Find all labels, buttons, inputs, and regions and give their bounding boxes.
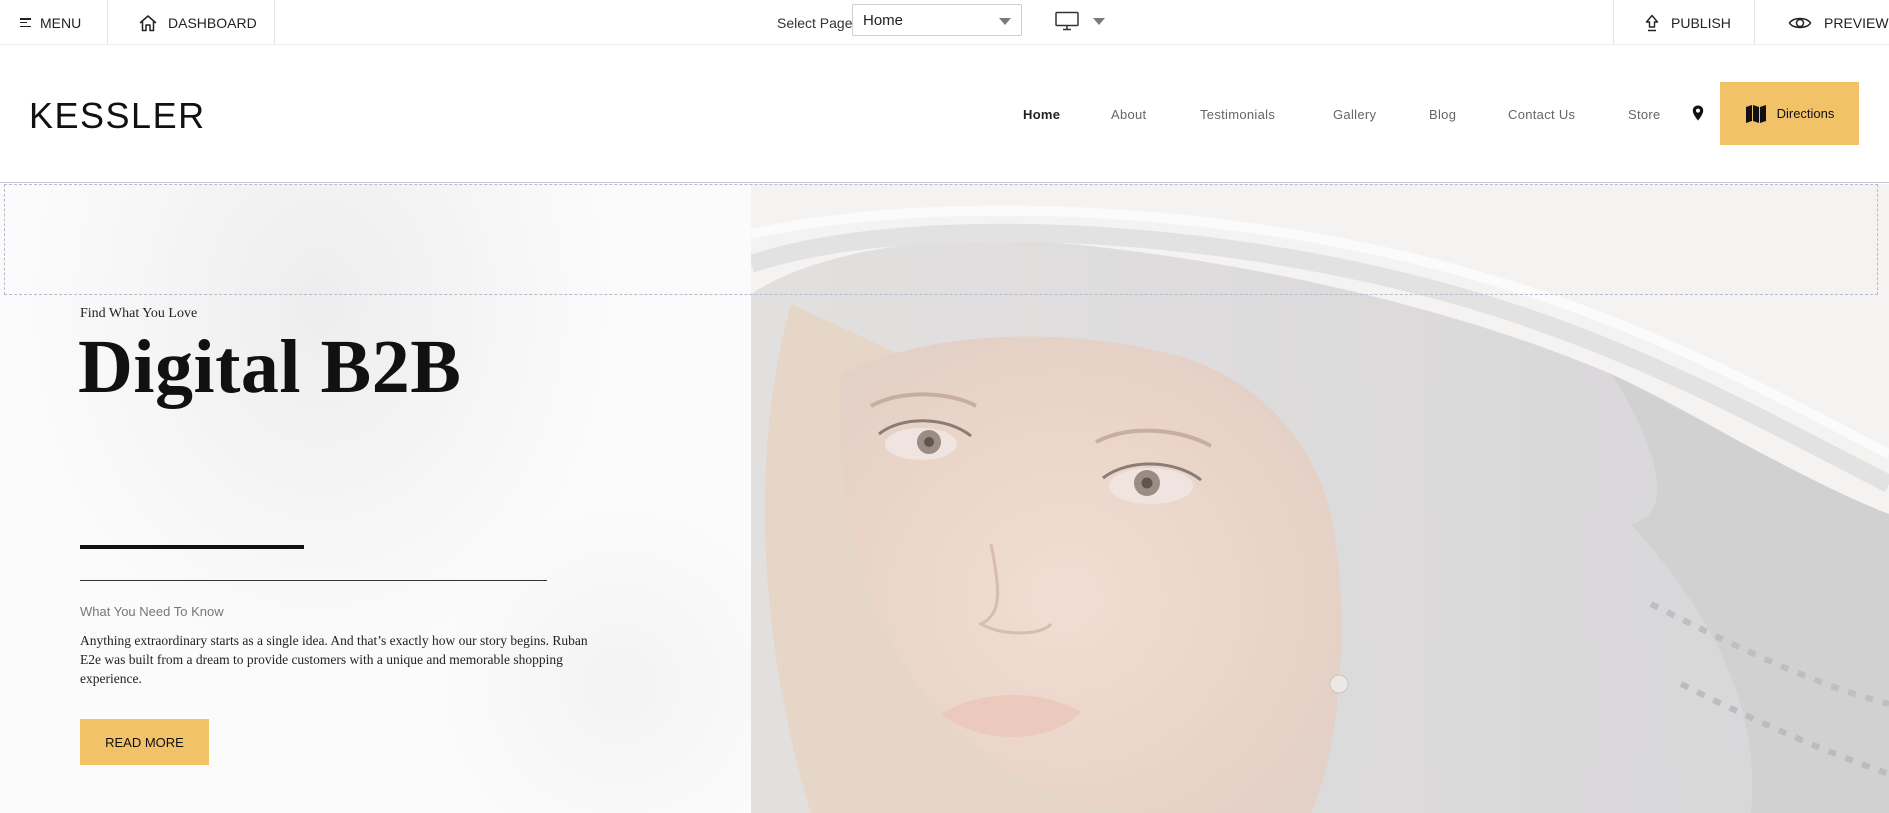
toolbar-divider: [274, 0, 275, 45]
editor-toolbar: MENU DASHBOARD Select Page Home PUBLISH …: [0, 0, 1889, 45]
desktop-monitor-icon: [1055, 11, 1079, 31]
site-header: KESSLER Home About Testimonials Gallery …: [0, 45, 1889, 183]
preview-label: PREVIEW: [1824, 14, 1889, 31]
nav-item-home[interactable]: Home: [1023, 107, 1060, 122]
hero-divider-thin: [80, 580, 547, 581]
nav-item-testimonials[interactable]: Testimonials: [1200, 107, 1275, 122]
toolbar-divider: [107, 0, 108, 45]
hero-section: Find What You Love Digital B2B What You …: [0, 184, 1889, 813]
hero-body-text: Anything extraordinary starts as a singl…: [80, 633, 588, 686]
location-pin-icon[interactable]: [1692, 105, 1704, 121]
menu-button[interactable]: MENU: [20, 0, 108, 45]
publish-button[interactable]: PUBLISH: [1645, 0, 1731, 45]
read-more-button[interactable]: READ MORE: [80, 719, 209, 765]
site-logo[interactable]: KESSLER: [29, 95, 206, 137]
dashboard-label: DASHBOARD: [168, 14, 257, 31]
directions-label: Directions: [1776, 106, 1835, 121]
menu-icon: [20, 18, 31, 27]
select-page-label: Select Page: [777, 14, 853, 31]
device-switcher[interactable]: [1055, 11, 1105, 31]
hero-headline: Digital B2B: [78, 325, 462, 409]
chevron-down-icon: [1093, 17, 1105, 25]
nav-item-store[interactable]: Store: [1628, 107, 1661, 122]
home-icon: [139, 14, 157, 31]
nav-item-blog[interactable]: Blog: [1429, 107, 1456, 122]
toolbar-divider: [1613, 0, 1614, 45]
nav-item-contact-us[interactable]: Contact Us: [1508, 107, 1575, 122]
section-edit-guide: [4, 184, 1878, 295]
nav-item-about[interactable]: About: [1111, 107, 1146, 122]
dashboard-button[interactable]: DASHBOARD: [138, 0, 257, 45]
hero-divider-thick: [80, 545, 304, 549]
directions-button[interactable]: Directions: [1720, 82, 1859, 145]
nav-item-gallery[interactable]: Gallery: [1333, 107, 1376, 122]
chevron-down-icon: [999, 18, 1011, 25]
hero-eyebrow: Find What You Love: [80, 306, 198, 321]
upload-arrow-icon: [1645, 14, 1659, 31]
menu-label: MENU: [40, 14, 82, 31]
page-select[interactable]: Home: [852, 4, 1022, 36]
hero-subtitle: What You Need To Know: [80, 604, 224, 619]
preview-button[interactable]: PREVIEW: [1788, 0, 1889, 45]
toolbar-divider: [1754, 0, 1755, 45]
eye-icon: [1788, 17, 1812, 28]
page-select-value: Home: [863, 11, 904, 29]
publish-label: PUBLISH: [1671, 14, 1731, 31]
map-icon: [1745, 104, 1766, 123]
